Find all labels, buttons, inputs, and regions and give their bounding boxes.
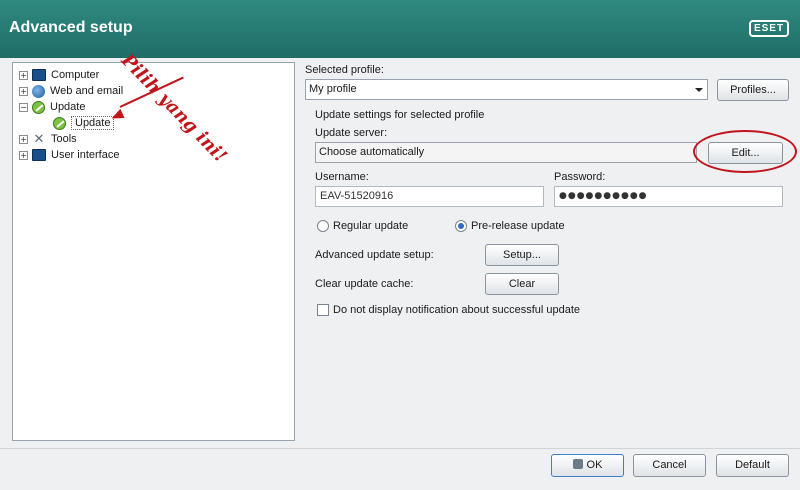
tree-item-web-and-email[interactable]: + Web and email [19, 83, 123, 99]
globe-icon [32, 84, 45, 98]
tree-item-label: Web and email [50, 85, 124, 97]
tree-item-label: Update [71, 116, 115, 130]
title-bar: Advanced setup ESET [0, 0, 800, 58]
selected-profile-label: Selected profile: [305, 64, 384, 76]
update-icon [32, 100, 45, 114]
cancel-button[interactable]: Cancel [633, 454, 706, 477]
tree-item-user-interface[interactable]: + User interface [19, 147, 119, 163]
user-interface-icon [32, 149, 46, 161]
update-server-label: Update server: [315, 127, 388, 139]
username-field[interactable]: EAV-51520916 [315, 186, 544, 207]
window-title: Advanced setup [9, 19, 133, 36]
footer-divider [0, 448, 800, 449]
annotation-circle [693, 130, 797, 173]
tree-item-update[interactable]: − Update [19, 99, 85, 115]
prerelease-update-radio[interactable] [455, 220, 467, 232]
tree-item-tools[interactable]: + ✕ Tools [19, 131, 77, 147]
notification-checkbox-label: Do not display notification about succes… [333, 304, 581, 316]
ok-label: OK [586, 459, 603, 471]
update-server-value: Choose automatically [319, 146, 425, 158]
computer-icon [32, 69, 46, 81]
tree-item-computer[interactable]: + Computer [19, 67, 99, 83]
expand-icon[interactable]: + [19, 70, 28, 80]
regular-update-label: Regular update [333, 220, 409, 232]
password-label: Password: [554, 171, 606, 183]
tree-item-label: Computer [51, 69, 100, 81]
clear-cache-button[interactable]: Clear [485, 273, 559, 295]
username-label: Username: [315, 171, 369, 183]
regular-update-radio[interactable] [317, 220, 329, 232]
password-field[interactable]: ●●●●●●●●●● [554, 186, 783, 207]
advanced-setup-window: Advanced setup ESET + Computer + Web and… [0, 0, 800, 490]
expand-icon[interactable]: + [19, 150, 28, 160]
clear-cache-label: Clear update cache: [315, 278, 414, 290]
ok-button[interactable]: OK [551, 454, 624, 477]
tools-icon: ✕ [33, 131, 45, 146]
advanced-update-label: Advanced update setup: [315, 249, 434, 261]
profiles-button[interactable]: Profiles... [717, 79, 789, 101]
update-server-select[interactable]: Choose automatically [315, 142, 697, 163]
tree-item-update-sub[interactable]: Update [53, 115, 115, 131]
update-settings-heading: Update settings for selected profile [315, 109, 485, 121]
tree-item-label: User interface [51, 149, 120, 161]
eset-logo: ESET [749, 20, 789, 37]
expand-icon[interactable]: + [19, 134, 28, 144]
notification-checkbox[interactable] [317, 304, 329, 316]
collapse-icon[interactable]: − [19, 102, 28, 112]
profile-select[interactable]: My profile [305, 79, 708, 100]
tree-item-label: Tools [51, 133, 77, 145]
setup-button[interactable]: Setup... [485, 244, 559, 266]
shield-icon [572, 459, 583, 469]
prerelease-update-label: Pre-release update [471, 220, 565, 232]
expand-icon[interactable]: + [19, 86, 28, 96]
update-icon [53, 116, 66, 130]
default-button[interactable]: Default [716, 454, 789, 477]
chevron-down-icon [695, 88, 703, 92]
settings-tree: + Computer + Web and email − Update Upda… [12, 62, 295, 441]
tree-item-label: Update [50, 101, 86, 113]
profile-select-value: My profile [309, 83, 357, 95]
